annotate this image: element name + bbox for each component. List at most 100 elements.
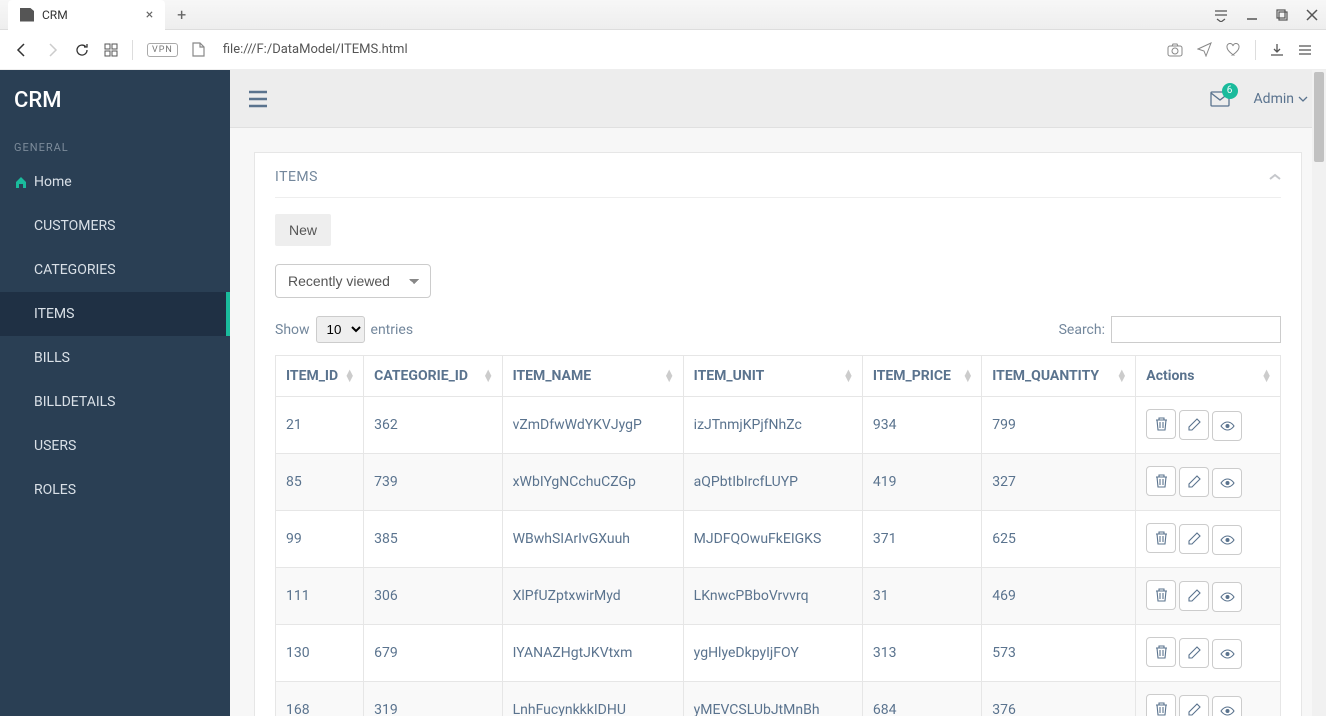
table-cell: 679 (364, 625, 502, 682)
vpn-badge[interactable]: VPN (147, 43, 178, 57)
heart-icon[interactable] (1226, 43, 1241, 57)
column-header[interactable]: ITEM_NAME▲▼ (502, 356, 683, 397)
table-cell: 739 (364, 454, 502, 511)
delete-button[interactable] (1146, 637, 1176, 667)
table-cell: 306 (364, 568, 502, 625)
screenshot-icon[interactable] (1167, 43, 1183, 57)
sort-icon: ▲▼ (1261, 370, 1272, 382)
table-row: 130679IYANAZHgtJKVtxmygHlyeDkpyIjFOY3135… (276, 625, 1281, 682)
sidebar-item-label: BILLDETAILS (34, 394, 116, 410)
sidebar-item-items[interactable]: ITEMS (0, 292, 230, 336)
view-button[interactable] (1212, 411, 1242, 441)
pencil-icon (1188, 703, 1201, 716)
forward-button[interactable] (44, 42, 60, 58)
sidebar-item-billdetails[interactable]: BILLDETAILS (0, 380, 230, 424)
view-button[interactable] (1212, 639, 1242, 669)
sort-icon: ▲▼ (483, 370, 494, 382)
view-button[interactable] (1212, 696, 1242, 716)
panel-title: ITEMS (275, 169, 318, 185)
delete-button[interactable] (1146, 466, 1176, 496)
maximize-window-icon[interactable] (1276, 9, 1288, 21)
table-cell: 625 (982, 511, 1136, 568)
sort-icon: ▲▼ (1116, 370, 1127, 382)
edit-button[interactable] (1179, 695, 1209, 716)
new-button[interactable]: New (275, 214, 331, 246)
new-tab-button[interactable]: + (177, 5, 186, 24)
brand-title: CRM (0, 70, 230, 131)
table-cell: 469 (982, 568, 1136, 625)
home-icon (14, 175, 28, 189)
view-button[interactable] (1212, 525, 1242, 555)
sidebar-item-categories[interactable]: CATEGORIES (0, 248, 230, 292)
edit-button[interactable] (1179, 467, 1209, 497)
table-cell: MJDFQOwuFkEIGKS (683, 511, 862, 568)
close-tab-icon[interactable]: × (146, 7, 153, 23)
delete-button[interactable] (1146, 409, 1176, 439)
pencil-icon (1188, 532, 1201, 545)
column-header[interactable]: ITEM_QUANTITY▲▼ (982, 356, 1136, 397)
entries-select[interactable]: 10 (316, 316, 365, 343)
close-window-icon[interactable] (1306, 9, 1318, 21)
actions-cell (1136, 511, 1281, 568)
scrollbar-thumb[interactable] (1314, 72, 1324, 162)
send-icon[interactable] (1197, 42, 1212, 57)
download-icon[interactable] (1270, 43, 1284, 57)
sidebar-item-label: ROLES (34, 482, 76, 498)
delete-button[interactable] (1146, 523, 1176, 553)
reload-button[interactable] (74, 42, 90, 58)
apps-icon[interactable] (104, 43, 118, 57)
search-label: Search: (1059, 322, 1105, 338)
entries-label: entries (371, 322, 414, 338)
view-button[interactable] (1212, 582, 1242, 612)
edit-button[interactable] (1179, 524, 1209, 554)
user-menu[interactable]: Admin (1254, 91, 1308, 107)
delete-button[interactable] (1146, 694, 1176, 716)
column-header[interactable]: Actions▲▼ (1136, 356, 1281, 397)
scrollbar[interactable] (1312, 70, 1326, 716)
edit-button[interactable] (1179, 638, 1209, 668)
sidebar-item-home[interactable]: Home (0, 160, 230, 204)
eye-icon (1220, 421, 1235, 431)
sidebar-item-roles[interactable]: ROLES (0, 468, 230, 512)
table-cell: izJTnmjKPjfNhZc (683, 397, 862, 454)
table-cell: 130 (276, 625, 364, 682)
user-name: Admin (1254, 91, 1294, 107)
table-cell: vZmDfwWdYKVJygP (502, 397, 683, 454)
minimize-window-icon[interactable] (1246, 9, 1258, 21)
table-cell: aQPbtIbIrcfLUYP (683, 454, 862, 511)
menu-icon[interactable] (1298, 43, 1312, 57)
hamburger-icon[interactable] (248, 90, 268, 108)
tab-menu-icon[interactable] (1214, 8, 1228, 22)
mail-button[interactable]: 6 (1210, 91, 1230, 107)
table-row: 111306XlPfUZptxwirMydLKnwcPBboVrvvrq3146… (276, 568, 1281, 625)
collapse-panel-icon[interactable] (1269, 173, 1281, 181)
sort-icon: ▲▼ (962, 370, 973, 382)
view-button[interactable] (1212, 468, 1242, 498)
sidebar: CRM GENERAL HomeCUSTOMERSCATEGORIESITEMS… (0, 70, 230, 716)
table-row: 85739xWbIYgNCchuCZGpaQPbtIbIrcfLUYP41932… (276, 454, 1281, 511)
column-header[interactable]: ITEM_ID▲▼ (276, 356, 364, 397)
delete-button[interactable] (1146, 580, 1176, 610)
sidebar-item-users[interactable]: USERS (0, 424, 230, 468)
sidebar-item-bills[interactable]: BILLS (0, 336, 230, 380)
view-select[interactable]: Recently viewed (275, 264, 431, 298)
items-table: ITEM_ID▲▼CATEGORIE_ID▲▼ITEM_NAME▲▼ITEM_U… (275, 355, 1281, 716)
address-bar[interactable]: file:///F:/DataModel/ITEMS.html (219, 42, 1153, 57)
sidebar-item-customers[interactable]: CUSTOMERS (0, 204, 230, 248)
back-button[interactable] (14, 42, 30, 58)
column-header[interactable]: CATEGORIE_ID▲▼ (364, 356, 502, 397)
eye-icon (1220, 592, 1235, 602)
file-icon (20, 8, 34, 22)
table-cell: 419 (862, 454, 981, 511)
column-header[interactable]: ITEM_PRICE▲▼ (862, 356, 981, 397)
table-cell: 111 (276, 568, 364, 625)
browser-tab[interactable]: CRM × (8, 0, 165, 30)
pencil-icon (1188, 646, 1201, 659)
table-cell: xWbIYgNCchuCZGp (502, 454, 683, 511)
edit-button[interactable] (1179, 410, 1209, 440)
edit-button[interactable] (1179, 581, 1209, 611)
sort-icon: ▲▼ (664, 370, 675, 382)
sidebar-item-label: BILLS (34, 350, 70, 366)
column-header[interactable]: ITEM_UNIT▲▼ (683, 356, 862, 397)
search-input[interactable] (1111, 316, 1281, 343)
